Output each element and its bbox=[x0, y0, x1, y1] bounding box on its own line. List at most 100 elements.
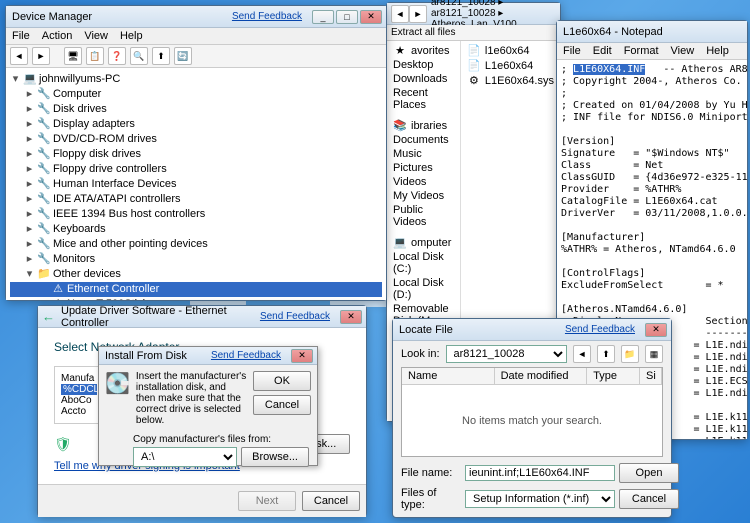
tree-item[interactable]: ▸🔧Display adapters bbox=[10, 117, 382, 132]
tree-item[interactable]: ▸🔧Keyboards bbox=[10, 222, 382, 237]
cancel-button[interactable]: Cancel bbox=[619, 489, 679, 509]
sidebar-item[interactable]: Public Videos bbox=[389, 203, 458, 229]
tree-root[interactable]: ▾💻johnwillyums-PC bbox=[10, 72, 382, 87]
devmgr-menubar[interactable]: File Action View Help bbox=[6, 28, 386, 45]
col-size[interactable]: Si bbox=[640, 368, 662, 384]
tree-item[interactable]: ▸🔧Disk drives bbox=[10, 102, 382, 117]
devmgr-tree-pane[interactable]: ▾💻johnwillyums-PC ▸🔧Computer▸🔧Disk drive… bbox=[6, 68, 386, 300]
send-feedback-link[interactable]: Send Feedback bbox=[260, 311, 330, 322]
sidebar-item[interactable]: 📚ibraries bbox=[389, 118, 458, 133]
explorer-titlebar[interactable]: ◄ ► ar8121_10028 ▸ ar8121_10028 ▸ Athero… bbox=[387, 3, 560, 25]
sidebar-item[interactable]: Local Disk (D:) bbox=[389, 276, 458, 302]
tree-other-devices[interactable]: ▾📁Other devices bbox=[10, 267, 382, 282]
tree-item[interactable]: ▸🔧Computer bbox=[10, 87, 382, 102]
file-item[interactable]: ⚙L1E60x64.sys bbox=[463, 73, 558, 88]
back-button[interactable]: ◄ bbox=[391, 5, 409, 23]
sidebar-item[interactable]: My Videos bbox=[389, 189, 458, 203]
menu-help[interactable]: Help bbox=[706, 45, 729, 57]
close-button[interactable]: ✕ bbox=[291, 349, 313, 363]
manu-item[interactable]: Accto bbox=[61, 406, 97, 417]
tree-item[interactable]: ▸🔧DVD/CD-ROM drives bbox=[10, 132, 382, 147]
ok-button[interactable]: OK bbox=[253, 371, 311, 391]
locate-file-dialog[interactable]: Locate File Send Feedback ✕ Look in: ar8… bbox=[392, 318, 672, 518]
views-icon[interactable]: ▦ bbox=[645, 345, 663, 363]
fwd-icon[interactable]: ► bbox=[32, 47, 50, 65]
sidebar-item[interactable]: Desktop bbox=[389, 58, 458, 72]
col-date[interactable]: Date modified bbox=[495, 368, 588, 384]
manufacturer-list[interactable]: Manufa %CDCL AboCo Accto bbox=[54, 366, 104, 424]
menu-format[interactable]: Format bbox=[624, 45, 659, 57]
locate-titlebar[interactable]: Locate File Send Feedback ✕ bbox=[393, 319, 671, 341]
new-folder-icon[interactable]: 📁 bbox=[621, 345, 639, 363]
toolbar-icon[interactable]: 📋 bbox=[86, 47, 104, 65]
manu-item[interactable]: AboCo bbox=[61, 395, 97, 406]
maximize-button[interactable]: □ bbox=[336, 10, 358, 24]
col-type[interactable]: Type bbox=[587, 368, 640, 384]
menu-file[interactable]: File bbox=[563, 45, 581, 57]
toolbar-icon[interactable]: 🔍 bbox=[130, 47, 148, 65]
close-button[interactable]: ✕ bbox=[645, 323, 667, 337]
toolbar-icon[interactable]: ❓ bbox=[108, 47, 126, 65]
devmgr-toolbar[interactable]: ◄ ► 🖥 📋 ❓ 🔍 ⬆ 🔄 bbox=[6, 45, 386, 68]
sidebar-item[interactable]: ★avorites bbox=[389, 43, 458, 58]
send-feedback-link[interactable]: Send Feedback bbox=[211, 350, 281, 361]
tree-item[interactable]: ▸🔧Floppy drive controllers bbox=[10, 162, 382, 177]
up-icon[interactable]: ⬆ bbox=[597, 345, 615, 363]
menu-view[interactable]: View bbox=[671, 45, 695, 57]
back-icon[interactable]: ◄ bbox=[10, 47, 28, 65]
wizard-titlebar[interactable]: ← Update Driver Software - Ethernet Cont… bbox=[38, 306, 366, 328]
tree-item[interactable]: ⚠Nova-T 500Stick bbox=[10, 297, 382, 300]
toolbar-icon[interactable]: 🔄 bbox=[174, 47, 192, 65]
send-feedback-link[interactable]: Send Feedback bbox=[565, 324, 635, 335]
sidebar-item[interactable]: Pictures bbox=[389, 161, 458, 175]
sidebar-item[interactable]: Downloads bbox=[389, 72, 458, 86]
minimize-button[interactable]: _ bbox=[312, 10, 334, 24]
path-select[interactable]: A:\ bbox=[133, 447, 237, 467]
close-button[interactable]: ✕ bbox=[340, 310, 362, 324]
toolbar-icon[interactable]: 🖥 bbox=[64, 47, 82, 65]
notepad-menubar[interactable]: File Edit Format View Help bbox=[557, 43, 747, 60]
send-feedback-link[interactable]: Send Feedback bbox=[232, 11, 302, 22]
close-button[interactable]: ✕ bbox=[360, 10, 382, 24]
install-from-disk-dialog[interactable]: Install From Disk Send Feedback ✕ 💽 Inse… bbox=[98, 346, 318, 466]
tree-item[interactable]: ▸🔧IDE ATA/ATAPI controllers bbox=[10, 192, 382, 207]
filetype-select[interactable]: Setup Information (*.inf) bbox=[465, 490, 615, 508]
toolbar-icon[interactable]: ⬆ bbox=[152, 47, 170, 65]
menu-help[interactable]: Help bbox=[120, 30, 143, 42]
menu-file[interactable]: File bbox=[12, 30, 30, 42]
file-list-header[interactable]: Name Date modified Type Si bbox=[402, 368, 662, 385]
notepad-titlebar[interactable]: L1e60x64 - Notepad bbox=[557, 21, 747, 43]
file-item[interactable]: 📄L1e60x64 bbox=[463, 58, 558, 73]
extract-button[interactable]: Extract all files bbox=[391, 27, 455, 38]
tree-item[interactable]: ▸🔧IEEE 1394 Bus host controllers bbox=[10, 207, 382, 222]
menu-edit[interactable]: Edit bbox=[593, 45, 612, 57]
back-arrow-icon[interactable]: ← bbox=[42, 309, 55, 324]
tree-item[interactable]: ▸🔧Human Interface Devices bbox=[10, 177, 382, 192]
update-driver-window[interactable]: ← Update Driver Software - Ethernet Cont… bbox=[37, 305, 367, 517]
cancel-button[interactable]: Cancel bbox=[253, 395, 311, 415]
open-button[interactable]: Open bbox=[619, 463, 679, 483]
menu-action[interactable]: Action bbox=[42, 30, 73, 42]
devmgr-titlebar[interactable]: Device Manager Send Feedback _ □ ✕ bbox=[6, 6, 386, 28]
col-name[interactable]: Name bbox=[402, 368, 495, 384]
sidebar-item[interactable]: Music bbox=[389, 147, 458, 161]
fwd-button[interactable]: ► bbox=[409, 5, 427, 23]
cancel-button[interactable]: Cancel bbox=[302, 491, 360, 511]
file-item[interactable]: 📄l1e60x64 bbox=[463, 43, 558, 58]
sidebar-item[interactable]: Documents bbox=[389, 133, 458, 147]
lookin-select[interactable]: ar8121_10028 bbox=[446, 345, 567, 363]
next-button[interactable]: Next bbox=[238, 491, 296, 511]
sidebar-item[interactable]: Videos bbox=[389, 175, 458, 189]
browse-button[interactable]: Browse... bbox=[241, 447, 309, 467]
sidebar-item[interactable]: 💻omputer bbox=[389, 235, 458, 250]
tree-item[interactable]: ▸🔧Monitors bbox=[10, 252, 382, 267]
tree-ethernet-controller[interactable]: ⚠Ethernet Controller bbox=[10, 282, 382, 297]
sidebar-item[interactable]: Recent Places bbox=[389, 86, 458, 112]
menu-view[interactable]: View bbox=[84, 30, 108, 42]
sidebar-item[interactable]: Local Disk (C:) bbox=[389, 250, 458, 276]
back-icon[interactable]: ◄ bbox=[573, 345, 591, 363]
device-manager-window[interactable]: Device Manager Send Feedback _ □ ✕ File … bbox=[5, 5, 387, 301]
tree-item[interactable]: ▸🔧Mice and other pointing devices bbox=[10, 237, 382, 252]
tree-item[interactable]: ▸🔧Floppy disk drives bbox=[10, 147, 382, 162]
manu-item[interactable]: %CDCL bbox=[61, 384, 97, 395]
